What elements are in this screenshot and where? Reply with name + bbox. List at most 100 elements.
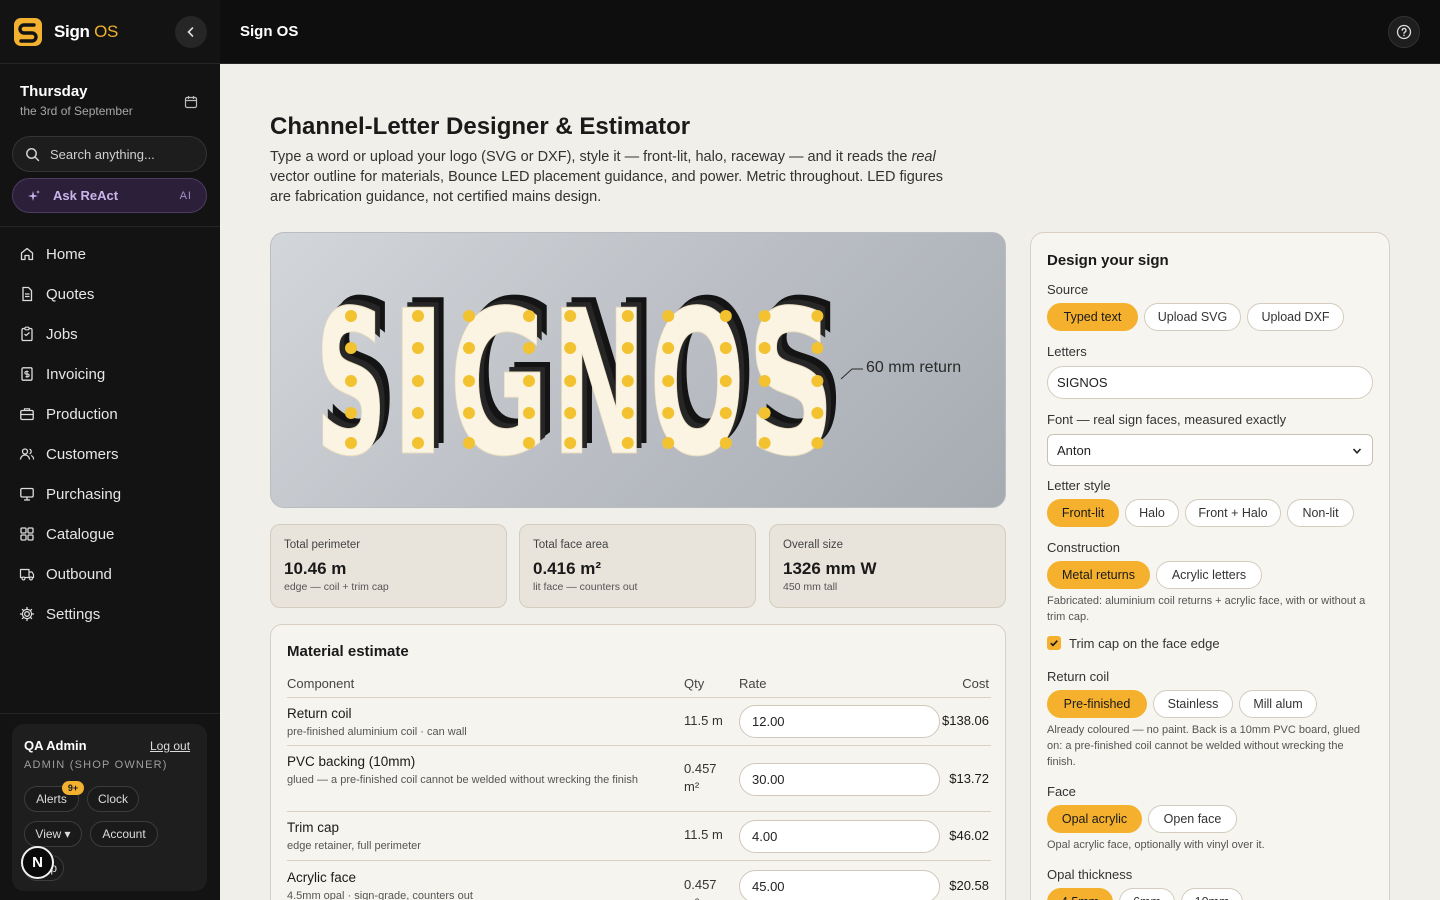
stat-label: Total face area [533, 539, 609, 551]
component-qty: 0.457m² [684, 877, 717, 900]
led-module [412, 375, 424, 387]
table-divider [287, 811, 991, 812]
stat-sub: lit face — counters out [533, 581, 638, 593]
letters-label: Letters [1047, 344, 1087, 359]
view-menu-button[interactable]: View ▾ [24, 821, 82, 847]
nav-item-quotes[interactable]: Quotes [0, 274, 220, 314]
stat-value: 1326 mm W [783, 559, 877, 578]
letters-input[interactable] [1047, 366, 1373, 399]
page-description: Type a word or upload your logo (SVG or … [270, 149, 944, 205]
led-module [463, 375, 475, 387]
logout-link[interactable]: Log out [150, 739, 190, 753]
rate-input[interactable] [739, 820, 940, 853]
rate-input[interactable] [739, 705, 940, 738]
led-module [621, 375, 634, 387]
stat-value: 0.416 m² [533, 559, 602, 578]
trim-cap-checkbox[interactable] [1047, 636, 1061, 650]
component-cost: $20.58 [949, 878, 989, 893]
font-select[interactable]: Anton [1047, 434, 1373, 466]
led-module [662, 437, 675, 449]
construction-acrylic-letters-chip[interactable]: Acrylic letters [1156, 561, 1262, 589]
nav-item-purchasing[interactable]: Purchasing [0, 474, 220, 514]
avatar[interactable]: N [21, 846, 54, 879]
nav-item-home[interactable]: Home [0, 234, 220, 274]
stat-label: Total perimeter [284, 539, 361, 551]
source-upload-svg-chip[interactable]: Upload SVG [1144, 303, 1241, 331]
account-button[interactable]: Account [90, 821, 158, 847]
invoice-icon [18, 365, 36, 383]
led-module [345, 407, 357, 419]
led-module [463, 310, 475, 322]
channel-letter-o: OOO [649, 258, 756, 502]
user-name: QA Admin [24, 738, 87, 753]
chevron-down-icon [1352, 448, 1362, 454]
ai-badge: AI [179, 189, 192, 202]
construction-label: Construction [1047, 540, 1120, 555]
font-label: Font — real sign faces, measured exactly [1047, 412, 1287, 427]
letter-style-label: Letter style [1047, 478, 1111, 493]
sign-os-logo [14, 17, 42, 46]
led-module [564, 375, 577, 387]
led-module [662, 310, 675, 322]
led-module [662, 407, 675, 419]
component-qty: 0.457m² [684, 761, 717, 794]
led-module [758, 375, 771, 387]
rate-input[interactable] [739, 870, 940, 900]
coil-mill-alum-chip[interactable]: Mill alum [1239, 690, 1317, 718]
briefcase-icon [18, 405, 36, 423]
nav-item-production[interactable]: Production [0, 394, 220, 434]
component-name: Return coil [287, 706, 352, 721]
led-module [523, 437, 535, 449]
rate-input[interactable] [739, 763, 940, 796]
nav-item-invoicing[interactable]: Invoicing [0, 354, 220, 394]
gear-icon [18, 605, 36, 623]
led-module [564, 407, 577, 419]
clipboard-icon [18, 325, 36, 343]
nav-item-outbound[interactable]: Outbound [0, 554, 220, 594]
alerts-count-badge: 9+ [62, 781, 84, 795]
led-module [758, 437, 771, 449]
thickness-4-5mm-chip[interactable]: 4.5mm [1047, 888, 1113, 900]
thickness-6mm-chip[interactable]: 6mm [1119, 888, 1175, 900]
nav-label: Invoicing [46, 365, 106, 383]
font-select-value: Anton [1057, 442, 1091, 458]
component-sub: glued — a pre-finished coil cannot be we… [287, 774, 638, 786]
style-non-lit-chip[interactable]: Non-lit [1287, 499, 1354, 527]
nav-item-catalogue[interactable]: Catalogue [0, 514, 220, 554]
nav-item-customers[interactable]: Customers [0, 434, 220, 474]
style-front-lit-chip[interactable]: Front-lit [1047, 499, 1119, 527]
led-module [621, 437, 634, 449]
page-title: Channel-Letter Designer & Estimator [270, 113, 691, 140]
column-header-qty: Qty [684, 676, 705, 691]
style-front-halo-chip[interactable]: Front + Halo [1185, 499, 1281, 527]
ask-react-button[interactable]: Ask ReAct AI [12, 178, 207, 213]
component-name: PVC backing (10mm) [287, 754, 416, 769]
main-nav: Home Quotes Jobs Invoicing Production Cu… [0, 234, 220, 634]
led-module [719, 310, 732, 322]
led-module [719, 342, 732, 354]
component-name: Trim cap [287, 820, 340, 835]
help-button[interactable] [1388, 16, 1420, 48]
nav-item-settings[interactable]: Settings [0, 594, 220, 634]
led-module [811, 437, 824, 449]
search-box[interactable] [12, 136, 207, 172]
face-opal-acrylic-chip[interactable]: Opal acrylic [1047, 805, 1142, 833]
search-icon [26, 147, 40, 161]
component-cost: $138.06 [942, 713, 989, 728]
construction-metal-returns-chip[interactable]: Metal returns [1047, 561, 1150, 589]
led-module [719, 437, 732, 449]
coil-stainless-chip[interactable]: Stainless [1153, 690, 1233, 718]
face-open-face-chip[interactable]: Open face [1148, 805, 1237, 833]
style-halo-chip[interactable]: Halo [1125, 499, 1179, 527]
collapse-sidebar-button[interactable] [175, 16, 207, 48]
source-typed-text-chip[interactable]: Typed text [1047, 303, 1138, 331]
clock-button[interactable]: Clock [87, 786, 139, 812]
source-upload-dxf-chip[interactable]: Upload DXF [1247, 303, 1344, 331]
search-input[interactable] [50, 146, 200, 162]
led-module [662, 342, 675, 354]
nav-item-jobs[interactable]: Jobs [0, 314, 220, 354]
coil-pre-finished-chip[interactable]: Pre-finished [1047, 690, 1147, 718]
channel-letter-s: SSS [747, 258, 846, 502]
calendar-icon[interactable] [184, 95, 198, 109]
thickness-10mm-chip[interactable]: 10mm [1181, 888, 1243, 900]
